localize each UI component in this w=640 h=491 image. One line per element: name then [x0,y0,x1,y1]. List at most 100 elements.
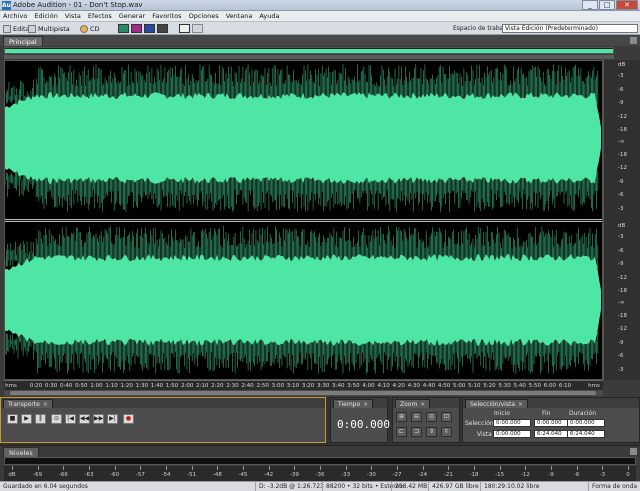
close-icon[interactable]: × [420,401,425,408]
view-start-field[interactable]: 0:00.000 [493,430,531,438]
play-button[interactable]: ▶ [21,414,32,424]
levels-panel-menu-icon[interactable] [630,448,637,455]
minimize-button[interactable]: _ [582,0,598,10]
overview-scrollbar[interactable] [4,55,614,59]
horizontal-scrollbar[interactable] [4,390,603,396]
header-duration: Duración [569,410,597,417]
db-scale-label: -3 [618,234,624,240]
menu-efectos[interactable]: Efectos [88,11,112,21]
time-ruler-label: 5:00 [453,383,466,389]
record-button[interactable]: ● [123,414,134,424]
db-scale-label: -12 [618,165,627,171]
tab-principal[interactable]: Principal [3,36,43,46]
zoom-in-horizontal-icon[interactable]: ⊕ [396,412,407,422]
tab-zoom[interactable]: Zoom × [395,399,431,408]
time-ruler-label: 2:20 [211,383,224,389]
zoom-out-horizontal-icon[interactable]: ⊖ [411,412,422,422]
levels-label: 0 [626,472,630,478]
view-row-label: Vista [477,431,492,438]
db-scale-label: -9 [618,340,624,346]
stop-button[interactable]: ■ [7,414,18,424]
menu-ventana[interactable]: Ventana [226,11,253,21]
time-selection-tool-icon[interactable] [179,24,190,33]
levels-tick [114,466,116,470]
levels-label: -54 [161,472,171,478]
zoom-right-edge-icon[interactable]: ⊐ [411,427,422,437]
time-ruler-label: 4:20 [392,383,405,389]
menu-ayuda[interactable]: Ayuda [259,11,279,21]
selection-start-field[interactable]: 0:00.000 [493,419,531,427]
zoom-left-edge-icon[interactable]: ⊏ [396,427,407,437]
menu-generar[interactable]: Generar [119,11,145,21]
time-ruler-label: 1:20 [120,383,133,389]
zoom-selection-icon[interactable]: ⊡ [441,412,452,422]
selection-duration-field[interactable]: 0:00.000 [567,419,605,427]
menu-favoritos[interactable]: Favoritos [152,11,181,21]
db-scale-label: -∞ [618,300,625,306]
levels-tick [397,466,398,470]
pause-button[interactable]: ‖ [35,414,46,424]
time-ruler-label: 0:20 [29,383,43,389]
loop-button[interactable]: ⊙ [51,414,62,424]
time-ruler-label: 2:10 [196,383,209,389]
tab-niveles[interactable]: Niveles [3,447,39,457]
selection-tab-label: Selección/vista [470,401,515,408]
waveform-display[interactable] [4,60,603,380]
zoom-out-vertical-icon[interactable]: ⇳ [441,427,452,437]
title-bar: Au Adobe Audition - 01 - Don't Stop.wav … [0,0,640,11]
cd-icon [80,24,88,33]
transport-panel: Transporte × ■ ▶ ‖ ⊙ |◀ ◀◀ ▶▶ ▶| ● [0,397,326,443]
close-icon[interactable]: × [43,401,48,408]
time-ruler-label: 1:10 [105,383,118,389]
cd-view-button[interactable]: CD [80,24,100,33]
close-button[interactable]: ✕ [616,0,638,10]
tab-seleccion-vista[interactable]: Selección/vista × [465,399,529,408]
spectral-pitch-icon[interactable] [144,24,155,33]
levels-tick [166,466,167,470]
time-ruler-label: 6:00 [543,383,557,389]
overview-bar[interactable] [4,47,614,54]
fast-forward-button[interactable]: ▶▶ [93,414,104,424]
selection-header: Selección/vista × [463,398,639,408]
toolbar: Editar Multipista CD Espacio de trabajo:… [0,22,640,35]
menu-opciones[interactable]: Opciones [189,11,219,21]
rewind-button[interactable]: ◀◀ [79,414,90,424]
view-duration-field[interactable]: 6:24.040 [567,430,605,438]
zoom-full-icon[interactable]: ⊙ [426,412,437,422]
menu-edicion[interactable]: Edición [34,11,58,21]
time-ruler[interactable]: hms 0:20 0:30 0:40 0:50 1:00 1:10 1:20 1:30 1:40 1… [4,380,603,390]
levels-meter [4,457,636,465]
maximize-button[interactable]: □ [599,0,615,10]
workspace-select[interactable]: Vista Edición (Predeterminado) [502,24,638,33]
levels-tick [345,466,347,470]
menu-vista[interactable]: Vista [65,11,81,21]
spectral-view-icon[interactable] [131,24,142,33]
levels-label: -51 [187,472,197,478]
status-bar: Guardado en 6.04 segundos D: -3.2dB @ 1:… [0,481,640,491]
levels-tick [628,466,629,470]
tab-tiempo[interactable]: Tiempo × [333,399,374,408]
header-end: Fin [542,410,551,417]
status-view-mode: Forma de onda [588,482,637,491]
levels-tick [12,466,13,470]
tab-transporte[interactable]: Transporte × [3,399,53,408]
close-icon[interactable]: × [518,401,523,408]
status-message: Guardado en 6.04 segundos [3,483,88,490]
go-to-end-button[interactable]: ▶| [107,414,118,424]
panel-menu-icon[interactable] [630,37,637,44]
go-to-start-button[interactable]: |◀ [65,414,76,424]
waveform-view-icon[interactable] [118,24,129,33]
db-scale-label: -12 [618,114,627,120]
phase-view-icon[interactable] [157,24,168,33]
multitrack-view-button[interactable]: Multipista [28,24,70,33]
left-channel-waveform [5,64,601,212]
zoom-in-vertical-icon[interactable]: ⇕ [426,427,437,437]
menu-archivo[interactable]: Archivo [3,11,27,21]
scrub-tool-icon[interactable] [192,24,203,33]
db-scale-label: -9 [618,261,624,267]
levels-label: -69 [33,472,43,478]
close-icon[interactable]: × [363,401,368,408]
scroll-thumb[interactable] [10,391,596,395]
time-ruler-label: hms [5,383,17,389]
time-ruler-label: 6:10 [558,383,572,389]
